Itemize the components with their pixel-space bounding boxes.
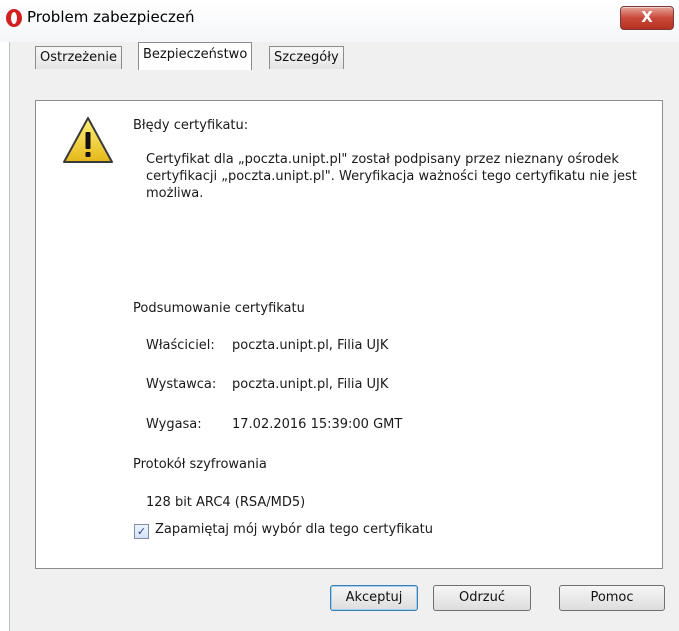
security-problem-dialog: Problem zabezpieczeń X Ostrzeżenie Bezpi… xyxy=(0,0,679,631)
tab-warning[interactable]: Ostrzeżenie xyxy=(35,46,122,69)
close-button[interactable]: X xyxy=(620,6,674,30)
owner-label: Właściciel: xyxy=(146,338,215,353)
encryption-protocol-heading: Protokół szyfrowania xyxy=(133,457,267,472)
issuer-value: poczta.unipt.pl, Filia UJK xyxy=(232,377,389,392)
expires-value: 17.02.2016 15:39:00 GMT xyxy=(232,417,403,432)
tab-security[interactable]: Bezpieczeństwo xyxy=(138,42,253,70)
tab-details[interactable]: Szczegóły xyxy=(269,46,344,69)
certificate-errors-heading: Błędy certyfikatu: xyxy=(133,118,249,133)
title-bar: Problem zabezpieczeń X xyxy=(0,0,679,42)
warning-icon xyxy=(63,117,113,163)
certificate-summary-heading: Podsumowanie certyfikatu xyxy=(133,301,305,316)
encryption-protocol-value: 128 bit ARC4 (RSA/MD5) xyxy=(146,495,306,510)
certificate-error-description: Certyfikat dla „poczta.unipt.pl" został … xyxy=(146,152,637,201)
expires-label: Wygasa: xyxy=(146,417,202,432)
window-title: Problem zabezpieczeń xyxy=(27,8,195,26)
security-tab-panel: Błędy certyfikatu: Certyfikat dla „poczt… xyxy=(35,100,663,569)
owner-value: poczta.unipt.pl, Filia UJK xyxy=(232,338,389,353)
issuer-label: Wystawca: xyxy=(146,377,217,392)
opera-logo-icon xyxy=(6,9,22,27)
remember-choice-label[interactable]: Zapamiętaj mój wybór dla tego certyfikat… xyxy=(155,522,433,537)
help-button[interactable]: Pomoc xyxy=(559,585,665,611)
reject-button[interactable]: Odrzuć xyxy=(433,585,531,611)
remember-choice-checkbox[interactable]: ✓ xyxy=(134,524,149,539)
accept-button[interactable]: Akceptuj xyxy=(330,585,418,611)
dialog-body: Ostrzeżenie Bezpieczeństwo Szczegóły Błę… xyxy=(9,42,679,631)
